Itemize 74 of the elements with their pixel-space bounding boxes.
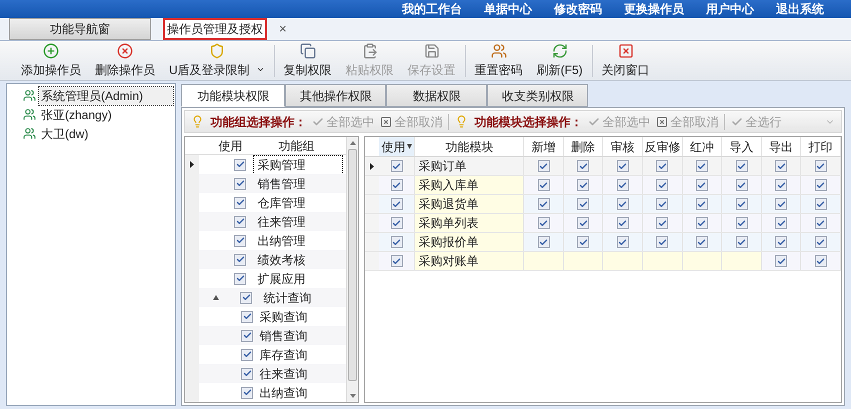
column-header: 红冲 [682,137,722,156]
tree-row[interactable]: 库存查询 [185,345,346,364]
column-header: 反审修 [643,137,683,156]
group-name[interactable]: 往来管理 [254,212,308,230]
tree-row[interactable]: 统计查询 [185,288,346,307]
tab[interactable]: 其他操作权限 [285,84,386,107]
top-link[interactable]: 我的工作台 [402,0,462,18]
table-row[interactable]: 采购对账单 [365,252,841,271]
top-link[interactable]: 修改密码 [554,0,602,18]
table-row[interactable]: 采购报价单 [365,233,841,252]
module-name: 采购报价单 [415,233,524,251]
tab[interactable]: 收支类别权限 [487,84,588,107]
group-name[interactable]: 往来查询 [256,364,310,382]
column-header: 删除 [564,137,604,156]
toolbar-button[interactable]: 复制权限 [278,41,337,80]
table-row[interactable]: 采购单列表 [365,214,841,233]
top-link[interactable]: 用户中心 [706,0,754,18]
module-name: 采购入库单 [415,176,524,194]
column-header: 使用 [218,138,244,154]
column-header: 导出 [762,137,802,156]
operator-item[interactable]: 张亚(zhangy) [39,106,114,124]
column-header: 新增 [524,137,564,156]
column-header: 功能模块 [415,137,524,156]
toolbar-button[interactable]: 刷新(F5) [532,41,588,80]
column-header: 审核 [603,137,644,156]
top-link[interactable]: 单据中心 [484,0,532,18]
group-name[interactable]: 扩展应用 [254,270,308,288]
column-header: 功能组 [278,138,314,154]
top-link[interactable]: 退出系统 [776,0,824,18]
group-name[interactable]: 出纳查询 [256,384,310,402]
top-link[interactable]: 更换操作员 [624,0,684,18]
table-row[interactable]: 采购入库单 [365,176,841,195]
action-group-title: 功能模块选择操作： [474,114,582,130]
tab[interactable]: 数据权限 [386,84,488,107]
column-header: 导入 [722,137,762,156]
module-name: 采购单列表 [415,214,524,232]
group-name[interactable]: 采购管理 [254,156,342,174]
tab[interactable]: 操作员管理及授权 [163,18,267,40]
toolbar-button[interactable]: 重置密码 [470,41,528,80]
group-name[interactable]: 库存查询 [256,346,310,364]
tab[interactable]: 功能模块权限 [181,84,286,107]
operator-item[interactable]: 系统管理员(Admin) [39,86,173,104]
group-name[interactable]: 统计查询 [260,288,314,306]
column-header: 打印 [801,137,841,156]
tree-row[interactable]: 往来管理 [185,212,346,231]
tree-row[interactable]: 销售管理 [185,174,346,193]
toolbar-button[interactable]: 删除操作员 [90,41,160,80]
toolbar-button[interactable]: 添加操作员 [16,41,86,80]
column-header: 使用 [379,137,416,156]
tree-row[interactable]: 扩展应用 [185,269,346,288]
table-row[interactable]: 采购订单 [365,157,841,176]
toolbar-button[interactable]: U盾及登录限制 [164,41,270,80]
table-row[interactable]: 采购退货单 [365,195,841,214]
tree-row[interactable]: 销售查询 [185,326,346,345]
action-group-title: 功能组选择操作： [210,114,306,130]
module-name: 采购退货单 [415,195,524,213]
group-name[interactable]: 采购查询 [256,308,310,326]
tree-row[interactable]: 出纳查询 [185,383,346,402]
group-name[interactable]: 仓库管理 [254,194,308,212]
tree-row[interactable]: 出纳管理 [185,231,346,250]
tree-row[interactable]: 绩效考核 [185,250,346,269]
tree-row[interactable]: 仓库管理 [185,193,346,212]
tree-row[interactable]: 采购查询 [185,307,346,326]
module-name: 采购对账单 [415,252,524,270]
group-name[interactable]: 绩效考核 [254,250,308,268]
tab[interactable]: 功能导航窗 [9,18,151,40]
group-name[interactable]: 出纳管理 [254,232,308,250]
module-name: 采购订单 [415,157,524,175]
operator-item[interactable]: 大卫(dw) [39,124,90,142]
close-tab-button[interactable]: × [279,19,287,39]
group-name[interactable]: 销售管理 [254,174,308,192]
tree-row[interactable]: 往来查询 [185,364,346,383]
toolbar-button[interactable]: 关闭窗口 [596,41,655,80]
group-name[interactable]: 销售查询 [256,326,310,344]
